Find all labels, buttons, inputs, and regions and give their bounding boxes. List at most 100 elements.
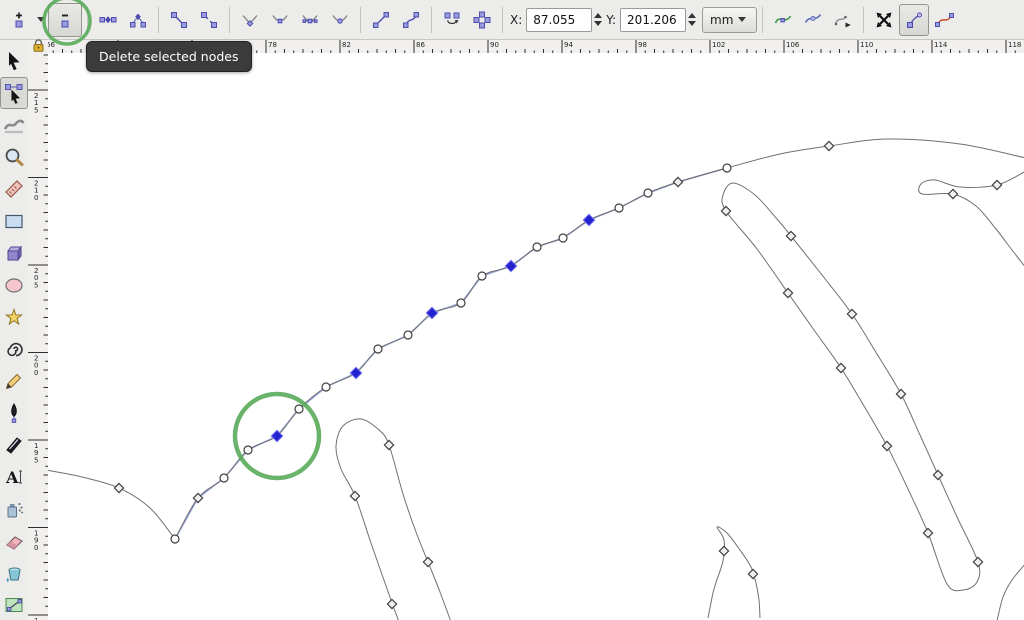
path-node-circle[interactable] xyxy=(559,234,567,242)
tool-rectangle[interactable] xyxy=(0,205,28,237)
tool-star[interactable] xyxy=(0,301,28,333)
tool-zoom[interactable] xyxy=(0,141,28,173)
smooth-node-button[interactable] xyxy=(265,4,295,36)
tool-selector[interactable] xyxy=(0,45,28,77)
path-node-diamond[interactable] xyxy=(992,180,1001,189)
separator xyxy=(229,7,230,33)
break-path-button[interactable] xyxy=(123,4,153,36)
ruler-label: 114 xyxy=(934,41,948,49)
path-node-diamond[interactable] xyxy=(384,440,393,449)
path-node-diamond[interactable] xyxy=(896,389,905,398)
path-node-circle[interactable] xyxy=(478,272,486,280)
path-node-circle[interactable] xyxy=(404,331,412,339)
tool-text[interactable]: A xyxy=(0,461,28,493)
edit-clip-button[interactable] xyxy=(768,4,798,36)
path-node-circle[interactable] xyxy=(723,164,731,172)
join-nodes-button[interactable] xyxy=(93,4,123,36)
join-with-segment-button[interactable] xyxy=(164,4,194,36)
y-coordinate-input[interactable]: 201.206 xyxy=(620,8,686,32)
path-node-diamond[interactable] xyxy=(673,177,682,186)
separator xyxy=(863,7,864,33)
path-node-diamond[interactable] xyxy=(748,569,757,578)
path-node-diamond[interactable] xyxy=(933,470,942,479)
corner-node-button[interactable] xyxy=(235,4,265,36)
delete-segment-button[interactable] xyxy=(194,4,224,36)
path-node-circle[interactable] xyxy=(533,243,541,251)
path-node-diamond[interactable] xyxy=(721,206,730,215)
insert-mode-dropdown-icon[interactable] xyxy=(37,17,45,22)
segment-curve-button[interactable] xyxy=(396,4,426,36)
path-node-circle[interactable] xyxy=(322,383,330,391)
path-node-diamond[interactable] xyxy=(973,557,982,566)
path-node-diamond[interactable] xyxy=(423,557,432,566)
ruler-label: 94 xyxy=(564,41,573,49)
lpe-parameter-button[interactable] xyxy=(828,4,858,36)
stroke-to-path-button[interactable] xyxy=(467,4,497,36)
path-node-circle[interactable] xyxy=(374,345,382,353)
dropdown-arrow-icon xyxy=(738,17,746,22)
path-corner-arc[interactable] xyxy=(997,563,1024,620)
ruler-label: 78 xyxy=(268,41,277,49)
path-node-diamond[interactable] xyxy=(836,363,845,372)
lock-guides-icon[interactable] xyxy=(31,38,46,53)
path-outline-hill[interactable] xyxy=(175,139,1024,539)
node-toolbar: X: 87.055 Y: 201.206 mm xyxy=(0,0,1024,40)
path-outline-left-dip[interactable] xyxy=(46,470,175,539)
vertical-ruler[interactable]: 215210205200195190185 xyxy=(28,40,48,620)
path-finger-slot-right[interactable] xyxy=(919,171,1024,268)
path-node-diamond[interactable] xyxy=(387,599,396,608)
path-node-diamond[interactable] xyxy=(719,546,728,555)
path-node-diamond[interactable] xyxy=(948,189,957,198)
tool-spray[interactable] xyxy=(0,493,28,525)
tool-measure[interactable] xyxy=(0,173,28,205)
tool-tweak[interactable] xyxy=(0,109,28,141)
spin-up-icon xyxy=(688,13,696,18)
path-node-diamond[interactable] xyxy=(847,309,856,318)
path-finger-slot-bottom[interactable] xyxy=(336,419,451,620)
delete-nodes-button[interactable] xyxy=(48,3,82,37)
tool-calligraphy[interactable] xyxy=(0,429,28,461)
insert-nodes-button[interactable] xyxy=(4,4,34,36)
path-node-circle[interactable] xyxy=(457,299,465,307)
path-node-diamond[interactable] xyxy=(824,141,833,150)
path-node-diamond[interactable] xyxy=(882,441,891,450)
path-node-diamond[interactable] xyxy=(114,483,123,492)
x-coordinate-input[interactable]: 87.055 xyxy=(526,8,592,32)
y-spinner[interactable] xyxy=(688,13,696,26)
selected-node-diamond[interactable] xyxy=(583,214,595,226)
show-path-outline-toggle[interactable] xyxy=(929,4,959,36)
unit-dropdown[interactable]: mm xyxy=(702,7,757,33)
path-node-diamond[interactable] xyxy=(350,491,359,500)
path-node-diamond[interactable] xyxy=(923,528,932,537)
tool-3dbox[interactable] xyxy=(0,237,28,269)
path-node-circle[interactable] xyxy=(171,535,179,543)
tool-gradient[interactable] xyxy=(0,589,28,620)
show-bezier-handles-toggle[interactable] xyxy=(899,4,929,36)
path-node-circle[interactable] xyxy=(615,204,623,212)
path-node-circle[interactable] xyxy=(644,189,652,197)
path-node-circle[interactable] xyxy=(295,405,303,413)
tool-bucket[interactable] xyxy=(0,557,28,589)
segment-line-button[interactable] xyxy=(366,4,396,36)
path-node-circle[interactable] xyxy=(244,446,252,454)
tool-pencil[interactable] xyxy=(0,365,28,397)
canvas[interactable] xyxy=(0,0,1024,620)
object-to-path-button[interactable] xyxy=(437,4,467,36)
show-transform-handles-toggle[interactable] xyxy=(869,4,899,36)
path-node-circle[interactable] xyxy=(220,474,228,482)
auto-node-button[interactable] xyxy=(325,4,355,36)
symmetric-node-button[interactable] xyxy=(295,4,325,36)
edit-mask-button[interactable] xyxy=(798,4,828,36)
tool-ellipse[interactable] xyxy=(0,269,28,301)
svg-text:A: A xyxy=(5,468,19,487)
tooltip: Delete selected nodes xyxy=(86,41,252,72)
x-spinner[interactable] xyxy=(594,13,602,26)
path-finger-slot-long[interactable] xyxy=(722,183,980,591)
tool-spiral[interactable] xyxy=(0,333,28,365)
ruler-label: 0 xyxy=(34,369,38,377)
tool-node[interactable] xyxy=(0,77,28,109)
selected-node-diamond[interactable] xyxy=(505,260,517,272)
tool-pen[interactable] xyxy=(0,397,28,429)
path-node-diamond[interactable] xyxy=(783,288,792,297)
tool-eraser[interactable] xyxy=(0,525,28,557)
